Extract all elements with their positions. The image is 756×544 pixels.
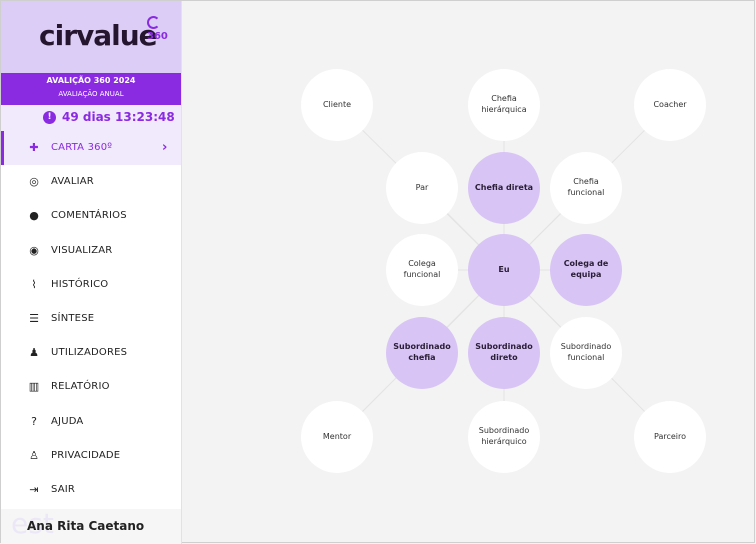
user-name: Ana Rita Caetano xyxy=(27,519,145,533)
users-icon: ♟ xyxy=(29,346,39,360)
logo-area: cirvalue 360 xyxy=(1,1,181,73)
node-par[interactable]: Par xyxy=(386,152,458,224)
brand-badge-text: 360 xyxy=(147,31,168,42)
countdown-timer: ! 49 dias 13:23:48 xyxy=(1,105,181,131)
node-chefia-funcional[interactable]: Chefia funcional xyxy=(550,152,622,224)
sidebar-item-relatorio[interactable]: ▥ RELATÓRIO xyxy=(1,370,181,404)
node-cliente[interactable]: Cliente xyxy=(301,69,373,141)
user-lock-icon: ♙ xyxy=(29,448,39,462)
relationship-map: Cliente Chefia hierárquica Coacher Par C… xyxy=(182,1,756,544)
sidebar-item-label: UTILIZADORES xyxy=(51,347,128,359)
puzzle-icon: ✚ xyxy=(29,141,39,154)
node-coacher[interactable]: Coacher xyxy=(634,69,706,141)
sidebar-item-label: HISTÓRICO xyxy=(51,278,109,290)
sidebar-item-avaliar[interactable]: ◎ AVALIAR xyxy=(1,165,181,199)
sidebar-item-historico[interactable]: ⌇ HISTÓRICO xyxy=(1,268,181,302)
sidebar-item-label: AJUDA xyxy=(51,415,84,427)
node-parceiro[interactable]: Parceiro xyxy=(634,401,706,473)
node-colega-equipa[interactable]: Colega de equipa xyxy=(550,234,622,306)
sidebar-item-visualizar[interactable]: ◉ VISUALIZAR xyxy=(1,234,181,268)
node-chefia-direta[interactable]: Chefia direta xyxy=(468,152,540,224)
node-colega-funcional[interactable]: Colega funcional xyxy=(386,234,458,306)
comments-icon: ● xyxy=(29,209,39,223)
sidebar-item-sintese[interactable]: ☰ SÍNTESE xyxy=(1,302,181,336)
sidebar-item-comentarios[interactable]: ● COMENTÁRIOS xyxy=(1,199,181,233)
sidebar-item-privacidade[interactable]: ♙ PRIVACIDADE xyxy=(1,439,181,473)
eye-icon: ◉ xyxy=(29,243,39,257)
sidebar-item-label: COMENTÁRIOS xyxy=(51,210,127,222)
question-icon: ? xyxy=(31,414,37,428)
node-subordinado-chefia[interactable]: Subordinado chefia xyxy=(386,317,458,389)
list-icon: ☰ xyxy=(29,311,39,325)
sidebar-item-label: SAIR xyxy=(51,483,76,495)
sidebar-item-label: RELATÓRIO xyxy=(51,381,110,393)
app-window: cirvalue 360 AVALIÇÃO 360 2024 AVALIAÇÃO… xyxy=(0,0,756,544)
sidebar-item-label: VISUALIZAR xyxy=(51,244,113,256)
sidebar-item-utilizadores[interactable]: ♟ UTILIZADORES xyxy=(1,336,181,370)
ring-icon xyxy=(147,16,160,29)
sidebar-item-label: AVALIAR xyxy=(51,176,94,188)
evaluation-title: AVALIÇÃO 360 2024 xyxy=(46,76,136,85)
sidebar-item-carta-360[interactable]: ✚ CARTA 360º › xyxy=(1,131,181,166)
line-chart-icon: ⌇ xyxy=(31,277,37,291)
sidebar-item-label: PRIVACIDADE xyxy=(51,449,121,461)
brand-badge: 360 xyxy=(147,16,181,42)
sign-out-icon: ⇥ xyxy=(29,482,39,496)
node-subordinado-hierarquico[interactable]: Subordinado hierárquico xyxy=(468,401,540,473)
node-subordinado-direto[interactable]: Subordinado direto xyxy=(468,317,540,389)
info-icon: ! xyxy=(43,111,56,124)
sidebar-item-ajuda[interactable]: ? AJUDA xyxy=(1,405,181,439)
countdown-text: 49 dias 13:23:48 xyxy=(62,110,175,124)
brand-logo: cirvalue xyxy=(39,19,158,52)
bar-chart-icon: ▥ xyxy=(28,380,40,394)
evaluation-header: AVALIÇÃO 360 2024 AVALIAÇÃO ANUAL xyxy=(1,73,181,105)
evaluation-subtitle: AVALIAÇÃO ANUAL xyxy=(58,90,124,98)
node-mentor[interactable]: Mentor xyxy=(301,401,373,473)
sidebar: cirvalue 360 AVALIÇÃO 360 2024 AVALIAÇÃO… xyxy=(1,1,182,544)
sidebar-item-label: SÍNTESE xyxy=(51,312,95,324)
sidebar-item-label: CARTA 360º xyxy=(51,142,113,153)
sidebar-menu: ✚ CARTA 360º › ◎ AVALIAR ● COMENTÁRIOS ◉… xyxy=(1,131,181,507)
target-icon: ◎ xyxy=(29,175,39,189)
node-eu[interactable]: Eu xyxy=(468,234,540,306)
sidebar-item-sair[interactable]: ⇥ SAIR xyxy=(1,473,181,507)
chevron-right-icon: › xyxy=(162,140,168,155)
node-subordinado-funcional[interactable]: Subordinado funcional xyxy=(550,317,622,389)
user-footer: est Ana Rita Caetano xyxy=(1,507,181,544)
node-chefia-hierarquica[interactable]: Chefia hierárquica xyxy=(468,69,540,141)
